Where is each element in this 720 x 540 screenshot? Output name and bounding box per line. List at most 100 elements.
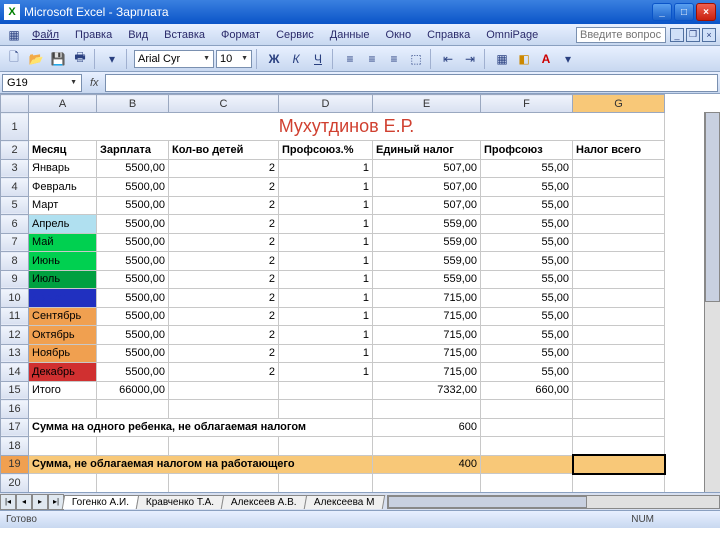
cell[interactable]: Мухутдинов Е.Р. xyxy=(29,113,665,141)
cell[interactable]: Месяц xyxy=(29,141,97,160)
new-button[interactable]: 🗋 xyxy=(4,49,24,69)
cell[interactable]: 5500,00 xyxy=(97,159,169,178)
cell[interactable]: 5500,00 xyxy=(97,215,169,234)
cell[interactable]: 2 xyxy=(169,326,279,345)
row-header[interactable]: 17 xyxy=(1,418,29,437)
borders-button[interactable]: ▦ xyxy=(492,49,512,69)
cell[interactable]: 2 xyxy=(169,233,279,252)
menu-format[interactable]: Формат xyxy=(213,27,268,43)
menu-omnipage[interactable]: OmniPage xyxy=(478,27,546,43)
column-header[interactable]: G xyxy=(573,95,665,113)
cell[interactable]: 1 xyxy=(279,363,373,382)
cell[interactable]: 5500,00 xyxy=(97,289,169,308)
cell[interactable]: Апрель xyxy=(29,215,97,234)
row-header[interactable]: 20 xyxy=(1,474,29,493)
cell[interactable]: 5500,00 xyxy=(97,178,169,197)
cell[interactable]: 2 xyxy=(169,159,279,178)
cell[interactable]: 1 xyxy=(279,344,373,363)
cell[interactable]: Профсоюз.% xyxy=(279,141,373,160)
menu-view[interactable]: Вид xyxy=(120,27,156,43)
cell[interactable] xyxy=(573,400,665,419)
cell[interactable]: Февраль xyxy=(29,178,97,197)
toolbar-options-2[interactable]: ▾ xyxy=(558,49,578,69)
cell[interactable]: 715,00 xyxy=(373,326,481,345)
cell[interactable]: 559,00 xyxy=(373,252,481,271)
cell[interactable]: 2 xyxy=(169,196,279,215)
cell[interactable]: 2 xyxy=(169,289,279,308)
cell[interactable] xyxy=(573,178,665,197)
cell[interactable]: 2 xyxy=(169,270,279,289)
cell[interactable]: 55,00 xyxy=(481,159,573,178)
cell[interactable]: Зарплата xyxy=(97,141,169,160)
column-header[interactable]: F xyxy=(481,95,573,113)
cell[interactable] xyxy=(279,381,373,400)
cell[interactable]: 55,00 xyxy=(481,178,573,197)
cell[interactable]: 715,00 xyxy=(373,307,481,326)
cell[interactable]: Май xyxy=(29,233,97,252)
row-header[interactable]: 1 xyxy=(1,113,29,141)
horizontal-scrollbar[interactable] xyxy=(387,495,720,509)
font-color-button[interactable]: A xyxy=(536,49,556,69)
cell[interactable]: 507,00 xyxy=(373,196,481,215)
child-close[interactable]: × xyxy=(702,28,716,42)
menu-window[interactable]: Окно xyxy=(378,27,420,43)
cell[interactable]: 55,00 xyxy=(481,270,573,289)
cell[interactable]: 55,00 xyxy=(481,326,573,345)
row-header[interactable]: 16 xyxy=(1,400,29,419)
cell[interactable] xyxy=(373,400,481,419)
merge-button[interactable]: ⬚ xyxy=(406,49,426,69)
child-minimize[interactable]: _ xyxy=(670,28,684,42)
cell[interactable]: Июль xyxy=(29,270,97,289)
fx-label[interactable]: fx xyxy=(84,77,105,89)
cell[interactable]: Кол-во детей xyxy=(169,141,279,160)
cell[interactable]: 66000,00 xyxy=(97,381,169,400)
cell[interactable] xyxy=(573,196,665,215)
cell[interactable]: 55,00 xyxy=(481,307,573,326)
fill-color-button[interactable]: ◧ xyxy=(514,49,534,69)
cell[interactable] xyxy=(279,474,373,493)
cell[interactable] xyxy=(279,400,373,419)
cell[interactable] xyxy=(481,455,573,474)
cell[interactable]: Июнь xyxy=(29,252,97,271)
row-header[interactable]: 9 xyxy=(1,270,29,289)
maximize-button[interactable]: □ xyxy=(674,3,694,21)
sheet-tab[interactable]: Гогенко А.И. xyxy=(62,495,140,509)
cell[interactable] xyxy=(169,381,279,400)
menu-help[interactable]: Справка xyxy=(419,27,478,43)
cell[interactable] xyxy=(29,400,97,419)
vertical-scrollbar[interactable] xyxy=(704,112,720,492)
row-header[interactable]: 4 xyxy=(1,178,29,197)
cell[interactable]: 1 xyxy=(279,270,373,289)
cell[interactable]: Ноябрь xyxy=(29,344,97,363)
cell[interactable]: 1 xyxy=(279,307,373,326)
open-button[interactable]: 📂 xyxy=(26,49,46,69)
cell[interactable]: 2 xyxy=(169,307,279,326)
menu-file[interactable]: Файл xyxy=(24,27,67,43)
cell[interactable] xyxy=(573,418,665,437)
cell[interactable]: 507,00 xyxy=(373,178,481,197)
cell[interactable]: 55,00 xyxy=(481,344,573,363)
row-header[interactable]: 8 xyxy=(1,252,29,271)
cell[interactable] xyxy=(481,400,573,419)
cell[interactable] xyxy=(573,159,665,178)
cell[interactable]: 600 xyxy=(373,418,481,437)
cell[interactable] xyxy=(373,437,481,456)
row-header[interactable]: 6 xyxy=(1,215,29,234)
menu-edit[interactable]: Правка xyxy=(67,27,120,43)
row-header[interactable]: 15 xyxy=(1,381,29,400)
cell[interactable]: 1 xyxy=(279,215,373,234)
formula-bar[interactable] xyxy=(105,74,718,92)
italic-button[interactable]: К xyxy=(286,49,306,69)
align-center-button[interactable]: ≡ xyxy=(362,49,382,69)
cell[interactable]: 5500,00 xyxy=(97,196,169,215)
row-header[interactable]: 5 xyxy=(1,196,29,215)
cell[interactable]: 7332,00 xyxy=(373,381,481,400)
row-header[interactable]: 19 xyxy=(1,455,29,474)
cell[interactable]: Январь xyxy=(29,159,97,178)
cell[interactable] xyxy=(481,418,573,437)
cell[interactable]: 400 xyxy=(373,455,481,474)
tab-nav-next[interactable]: ▸ xyxy=(32,494,48,510)
cell[interactable]: 1 xyxy=(279,233,373,252)
cell[interactable]: 715,00 xyxy=(373,363,481,382)
tab-nav-prev[interactable]: ◂ xyxy=(16,494,32,510)
